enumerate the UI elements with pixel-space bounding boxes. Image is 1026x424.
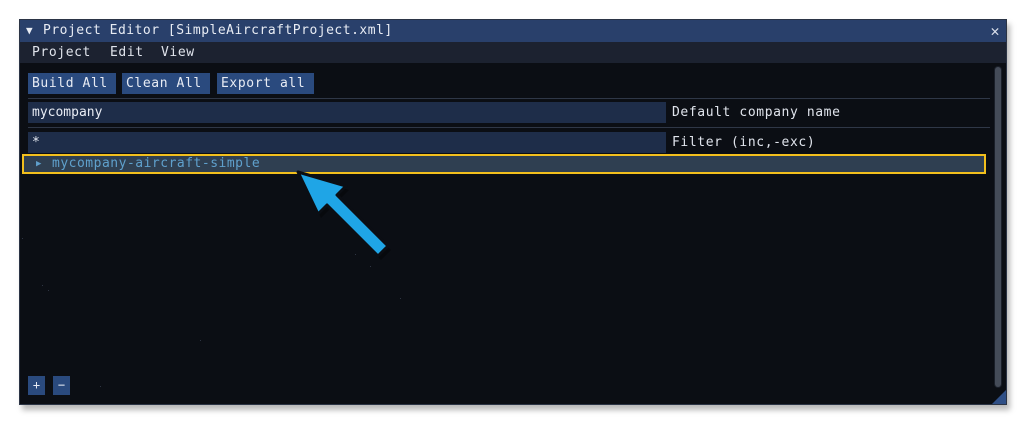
arrow-pointer-icon xyxy=(296,170,391,260)
